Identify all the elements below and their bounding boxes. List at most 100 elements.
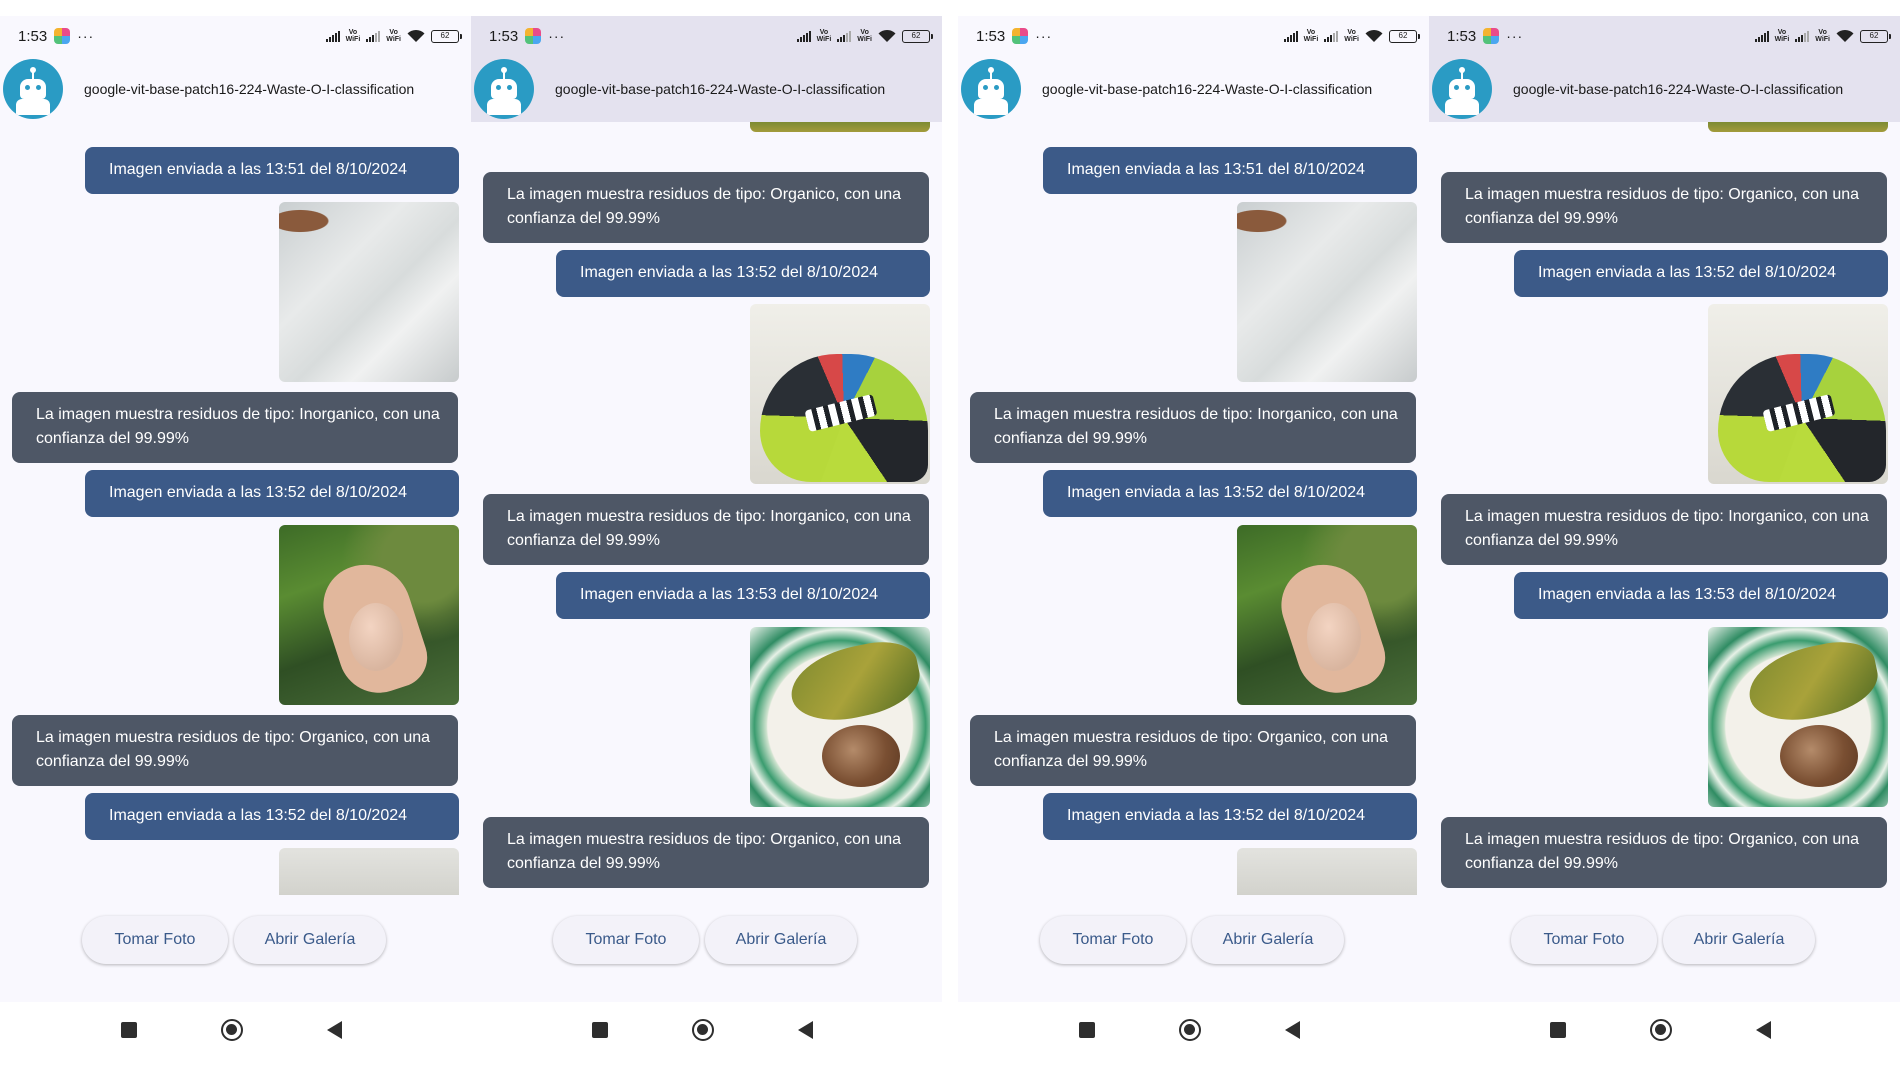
action-bar: Tomar Foto Abrir Galería bbox=[958, 916, 1429, 966]
page-title: google-vit-base-patch16-224-Waste-O-I-cl… bbox=[555, 81, 886, 97]
action-bar: Tomar Foto Abrir Galería bbox=[0, 916, 471, 966]
navigation-bar bbox=[0, 1002, 471, 1070]
result-message: La imagen muestra residuos de tipo: Orga… bbox=[1441, 172, 1887, 243]
back-triangle-icon[interactable] bbox=[1285, 1021, 1300, 1039]
open-gallery-button[interactable]: Abrir Galería bbox=[705, 916, 857, 964]
chat-list[interactable]: La imagen muestra residuos de tipo: Orga… bbox=[1429, 122, 1900, 895]
back-triangle-icon[interactable] bbox=[798, 1021, 813, 1039]
sent-message: Imagen enviada a las 13:51 del 8/10/2024 bbox=[1043, 147, 1417, 194]
open-gallery-button[interactable]: Abrir Galería bbox=[1663, 916, 1815, 964]
sent-photo[interactable] bbox=[1708, 627, 1888, 807]
home-circle-icon[interactable] bbox=[1179, 1019, 1201, 1041]
action-bar: Tomar Foto Abrir Galería bbox=[1429, 916, 1900, 966]
vowifi-icon: Vo WiFi bbox=[1815, 29, 1830, 43]
take-photo-button[interactable]: Tomar Foto bbox=[82, 916, 228, 964]
sent-message: Imagen enviada a las 13:52 del 8/10/2024 bbox=[1514, 250, 1888, 297]
sent-photo[interactable] bbox=[279, 525, 459, 705]
sent-message: Imagen enviada a las 13:52 del 8/10/2024 bbox=[85, 470, 459, 517]
recents-square-icon[interactable] bbox=[1079, 1022, 1095, 1038]
wifi-icon bbox=[407, 29, 425, 42]
app-header: google-vit-base-patch16-224-Waste-O-I-cl… bbox=[471, 56, 942, 122]
page-title: google-vit-base-patch16-224-Waste-O-I-cl… bbox=[1513, 81, 1844, 97]
recents-square-icon[interactable] bbox=[592, 1022, 608, 1038]
sent-photo[interactable] bbox=[1237, 848, 1417, 895]
signal-icon bbox=[1795, 30, 1810, 42]
chat-list[interactable]: Imagen enviada a las 13:51 del 8/10/2024… bbox=[958, 122, 1429, 895]
sent-photo[interactable] bbox=[1708, 304, 1888, 484]
status-bar: 1:53 ··· Vo WiFi Vo WiFi 62 bbox=[0, 16, 471, 56]
more-notifications-icon: ··· bbox=[77, 28, 95, 44]
battery-icon: 62 bbox=[1860, 29, 1891, 43]
sent-message: Imagen enviada a las 13:53 del 8/10/2024 bbox=[1514, 572, 1888, 619]
phone-screen-2: 1:53 ··· Vo WiFi Vo WiFi 62 google-vit-bas… bbox=[471, 16, 942, 1070]
sent-photo[interactable] bbox=[1708, 122, 1888, 132]
page-title: google-vit-base-patch16-224-Waste-O-I-cl… bbox=[84, 81, 415, 97]
recents-square-icon[interactable] bbox=[121, 1022, 137, 1038]
take-photo-button[interactable]: Tomar Foto bbox=[1040, 916, 1186, 964]
result-message: La imagen muestra residuos de tipo: Inor… bbox=[1441, 494, 1887, 565]
sent-photo[interactable] bbox=[279, 202, 459, 382]
back-triangle-icon[interactable] bbox=[327, 1021, 342, 1039]
result-message: La imagen muestra residuos de tipo: Orga… bbox=[483, 172, 929, 243]
status-bar: 1:53 ··· Vo WiFi Vo WiFi 62 bbox=[471, 16, 942, 56]
signal-icon bbox=[325, 30, 340, 42]
status-indicators: Vo WiFi Vo WiFi 62 bbox=[1754, 29, 1891, 43]
result-message: La imagen muestra residuos de tipo: Orga… bbox=[1441, 817, 1887, 888]
vowifi-icon: Vo WiFi bbox=[1774, 29, 1790, 43]
battery-icon: 62 bbox=[902, 29, 933, 43]
page-title: google-vit-base-patch16-224-Waste-O-I-cl… bbox=[1042, 81, 1373, 97]
robot-icon bbox=[474, 59, 534, 119]
sent-photo[interactable] bbox=[750, 627, 930, 807]
back-triangle-icon[interactable] bbox=[1756, 1021, 1771, 1039]
signal-icon bbox=[837, 30, 852, 42]
open-gallery-button[interactable]: Abrir Galería bbox=[1192, 916, 1344, 964]
vowifi-icon: Vo WiFi bbox=[816, 29, 832, 43]
navigation-bar bbox=[471, 1002, 942, 1070]
home-circle-icon[interactable] bbox=[221, 1019, 243, 1041]
more-notifications-icon: ··· bbox=[1035, 28, 1053, 44]
navigation-bar bbox=[958, 1002, 1429, 1070]
take-photo-button[interactable]: Tomar Foto bbox=[1511, 916, 1657, 964]
result-message: La imagen muestra residuos de tipo: Inor… bbox=[970, 392, 1416, 463]
sent-message: Imagen enviada a las 13:52 del 8/10/2024 bbox=[556, 250, 930, 297]
sent-photo[interactable] bbox=[1237, 202, 1417, 382]
sent-photo[interactable] bbox=[1237, 525, 1417, 705]
open-gallery-button[interactable]: Abrir Galería bbox=[234, 916, 386, 964]
sent-photo[interactable] bbox=[279, 848, 459, 895]
signal-icon bbox=[366, 30, 381, 42]
recents-square-icon[interactable] bbox=[1550, 1022, 1566, 1038]
robot-icon bbox=[1432, 59, 1492, 119]
vowifi-icon: Vo WiFi bbox=[857, 29, 872, 43]
wifi-icon bbox=[1836, 29, 1854, 42]
result-message: La imagen muestra residuos de tipo: Orga… bbox=[483, 817, 929, 888]
status-indicators: Vo WiFi Vo WiFi 62 bbox=[325, 29, 462, 43]
status-bar: 1:53 ··· Vo WiFi Vo WiFi 62 bbox=[958, 16, 1429, 56]
wifi-icon bbox=[1365, 29, 1383, 42]
signal-icon bbox=[796, 30, 811, 42]
sent-message: Imagen enviada a las 13:53 del 8/10/2024 bbox=[556, 572, 930, 619]
home-circle-icon[interactable] bbox=[692, 1019, 714, 1041]
more-notifications-icon: ··· bbox=[1506, 28, 1524, 44]
status-indicators: Vo WiFi Vo WiFi 62 bbox=[1283, 29, 1420, 43]
sent-photo[interactable] bbox=[750, 122, 930, 132]
navigation-bar bbox=[1429, 1002, 1900, 1070]
app-notification-icon bbox=[54, 28, 71, 44]
chat-list[interactable]: Imagen enviada a las 13:51 del 8/10/2024… bbox=[0, 122, 471, 895]
sent-message: Imagen enviada a las 13:52 del 8/10/2024 bbox=[85, 793, 459, 840]
signal-icon bbox=[1754, 30, 1769, 42]
wifi-icon bbox=[878, 29, 896, 42]
sent-photo[interactable] bbox=[750, 304, 930, 484]
result-message: La imagen muestra residuos de tipo: Inor… bbox=[483, 494, 929, 565]
app-notification-icon bbox=[1483, 28, 1500, 44]
sent-message: Imagen enviada a las 13:52 del 8/10/2024 bbox=[1043, 470, 1417, 517]
phone-screen-1: 1:53 ··· Vo WiFi Vo WiFi 62 google-vit-bas… bbox=[0, 16, 471, 1070]
home-circle-icon[interactable] bbox=[1650, 1019, 1672, 1041]
chat-list[interactable]: La imagen muestra residuos de tipo: Orga… bbox=[471, 122, 942, 895]
result-message: La imagen muestra residuos de tipo: Orga… bbox=[12, 715, 458, 786]
vowifi-icon: Vo WiFi bbox=[386, 29, 401, 43]
phone-screen-4: 1:53 ··· Vo WiFi Vo WiFi 62 google-vit-bas… bbox=[1429, 16, 1900, 1070]
vowifi-icon: Vo WiFi bbox=[345, 29, 361, 43]
take-photo-button[interactable]: Tomar Foto bbox=[553, 916, 699, 964]
status-time: 1:53 bbox=[976, 27, 1006, 45]
result-message: La imagen muestra residuos de tipo: Inor… bbox=[12, 392, 458, 463]
